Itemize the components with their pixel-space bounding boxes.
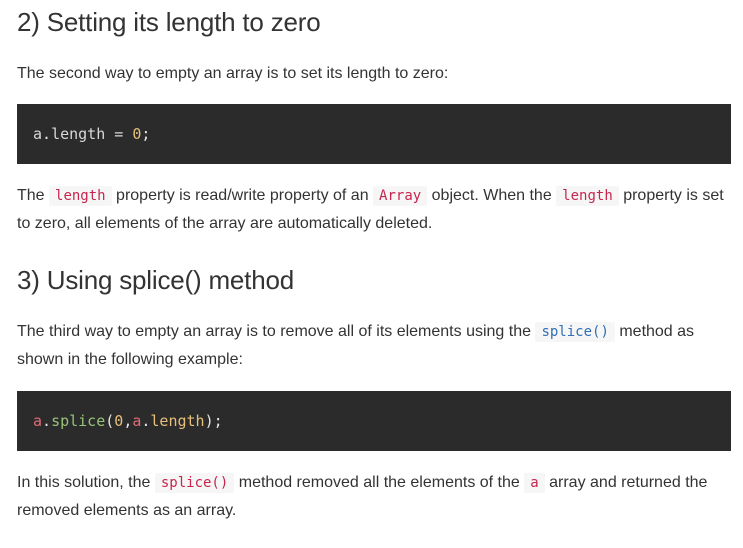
code-token: . [42, 412, 52, 430]
intro-paragraph-length: The second way to empty an array is to s… [17, 65, 449, 82]
code-token: ( [105, 412, 115, 430]
inline-code: a [524, 473, 545, 493]
code-token: a [33, 412, 43, 430]
section-heading-setting-length: 2) Setting its length to zero [17, 7, 321, 37]
code-token: length [51, 125, 106, 143]
code-token: = [105, 125, 133, 143]
inline-code: Array [373, 186, 428, 206]
code-token: a [33, 125, 43, 143]
explanation-paragraph-length: The length property is read/write proper… [17, 182, 727, 238]
text-segment: The third way to empty an array is to re… [17, 323, 536, 340]
code-token: , [123, 412, 133, 430]
inline-code: length [556, 186, 619, 206]
text-segment: In this solution, the [17, 474, 155, 491]
text-segment: method removed all the elements of the [234, 474, 525, 491]
article-content: 2) Setting its length to zero The second… [0, 0, 743, 548]
code-token: . [42, 125, 52, 143]
text-segment: property is read/write property of an [111, 187, 374, 204]
code-block-splice: a.splice(0,a.length); [17, 391, 731, 451]
inline-code: splice() [535, 322, 615, 342]
code-token: length [150, 412, 205, 430]
inline-code: length [49, 186, 112, 206]
inline-code: splice() [154, 473, 235, 493]
explanation-paragraph-splice: In this solution, the splice() method re… [17, 469, 727, 525]
text-segment: object. When the [427, 187, 557, 204]
section-heading-splice: 3) Using splice() method [17, 265, 294, 295]
code-token: ); [204, 412, 223, 430]
code-token: splice [51, 412, 106, 430]
intro-paragraph-splice: The third way to empty an array is to re… [17, 318, 727, 374]
code-block-length: a.length = 0; [17, 104, 731, 164]
text-segment: The [17, 187, 50, 204]
code-token: 0 [114, 412, 124, 430]
code-token: ; [141, 125, 151, 143]
